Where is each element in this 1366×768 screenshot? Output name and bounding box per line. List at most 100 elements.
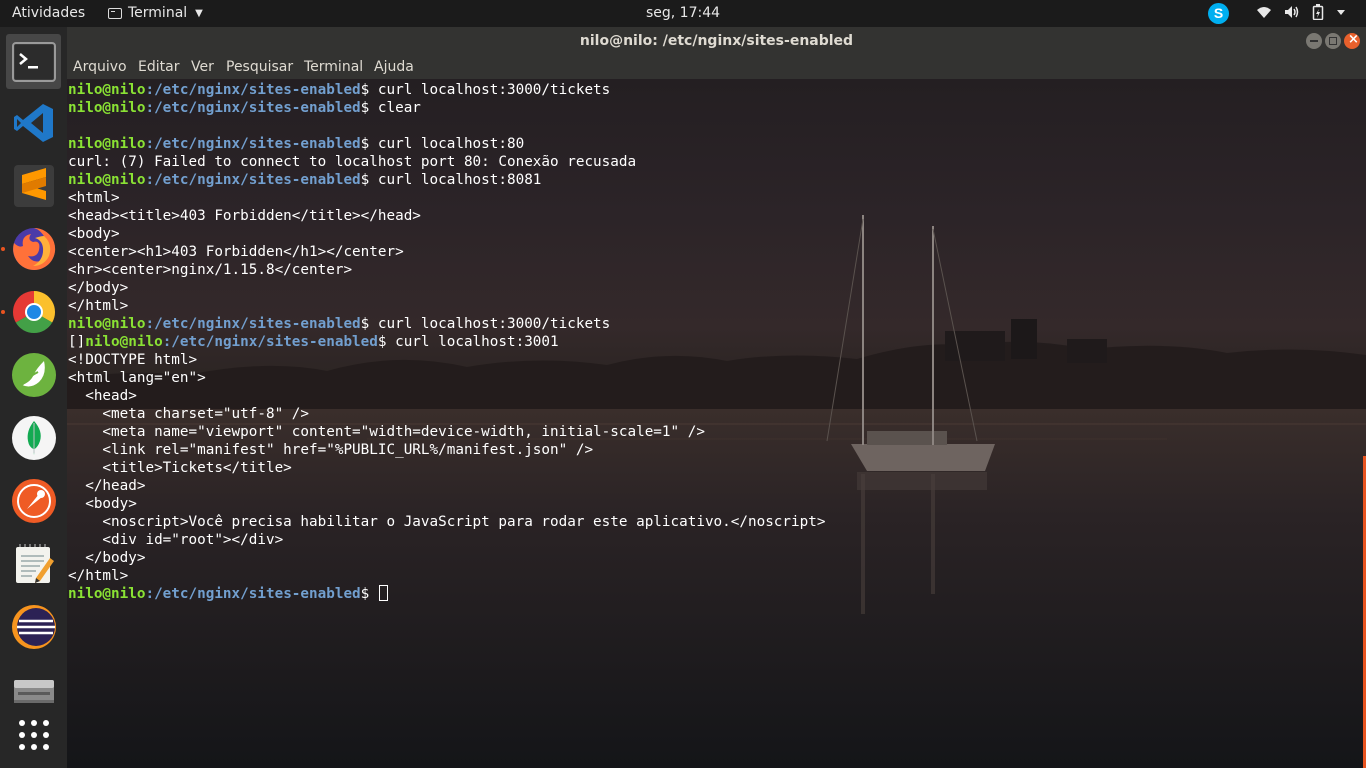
top-bar: Atividades Terminal ▼ seg, 17:44 S bbox=[0, 0, 1366, 27]
close-button[interactable] bbox=[1344, 32, 1360, 49]
prompt-path: :/etc/nginx/sites-enabled bbox=[145, 136, 361, 152]
vscode-icon bbox=[13, 103, 53, 142]
output-line: <hr><center>nginx/1.15.8</center> bbox=[68, 261, 825, 279]
output-line: <div id="root"></div> bbox=[68, 531, 825, 549]
wifi-icon bbox=[1257, 7, 1271, 18]
command-text: clear bbox=[369, 100, 421, 116]
dock-mongodb-compass[interactable] bbox=[6, 410, 61, 465]
prompt-path: :/etc/nginx/sites-enabled bbox=[145, 100, 361, 116]
prompt-line: nilo@nilo:/etc/nginx/sites-enabled$ curl… bbox=[68, 315, 825, 333]
output-line: <body> bbox=[68, 495, 825, 513]
output-line: <html lang="en"> bbox=[68, 369, 825, 387]
chevron-down-icon: ▼ bbox=[195, 7, 203, 19]
prompt-user: nilo@nilo bbox=[68, 100, 146, 116]
output-text: <head> bbox=[68, 388, 137, 404]
dock-show-applications[interactable] bbox=[6, 707, 61, 762]
firefox-icon bbox=[12, 227, 55, 270]
output-text: <body> bbox=[68, 226, 120, 242]
output-line: <head><title>403 Forbidden</title></head… bbox=[68, 207, 825, 225]
prompt-prefix: [] bbox=[68, 334, 86, 350]
prompt-line: nilo@nilo:/etc/nginx/sites-enabled$ clea… bbox=[68, 99, 825, 117]
prompt-line: nilo@nilo:/etc/nginx/sites-enabled$ curl… bbox=[68, 81, 825, 99]
output-text: <html lang="en"> bbox=[68, 370, 206, 386]
output-line: <link rel="manifest" href="%PUBLIC_URL%/… bbox=[68, 441, 825, 459]
prompt-symbol: $ bbox=[360, 82, 370, 98]
command-text: curl localhost:3000/tickets bbox=[369, 82, 611, 98]
prompt-symbol: $ bbox=[360, 172, 370, 188]
output-text: <noscript>Você precisa habilitar o JavaS… bbox=[68, 514, 826, 530]
output-text: </html> bbox=[68, 298, 129, 314]
minimize-button[interactable] bbox=[1306, 33, 1322, 49]
output-text: <link rel="manifest" href="%PUBLIC_URL%/… bbox=[68, 442, 594, 458]
terminal-app-icon bbox=[108, 7, 122, 19]
system-tray[interactable] bbox=[1256, 4, 1346, 20]
prompt-line: nilo@nilo:/etc/nginx/sites-enabled$ curl… bbox=[68, 171, 825, 189]
text-editor-icon bbox=[15, 543, 54, 583]
menu-arquivo[interactable]: Arquivo bbox=[73, 59, 127, 75]
running-indicator bbox=[1, 310, 5, 314]
terminal-area[interactable]: nilo@nilo:/etc/nginx/sites-enabled$ curl… bbox=[67, 79, 1366, 768]
dock-sublime-text[interactable] bbox=[6, 158, 61, 213]
prompt-user: nilo@nilo bbox=[68, 172, 146, 188]
app-menu-label: Terminal bbox=[128, 5, 188, 21]
output-text: </body> bbox=[68, 550, 146, 566]
output-text: </html> bbox=[68, 568, 129, 584]
output-line: <noscript>Você precisa habilitar o JavaS… bbox=[68, 513, 825, 531]
dock-eclipse[interactable] bbox=[6, 599, 61, 654]
output-text: <title>Tickets</title> bbox=[68, 460, 292, 476]
prompt-line: []nilo@nilo:/etc/nginx/sites-enabled$ cu… bbox=[68, 333, 825, 351]
dock-firefox[interactable] bbox=[6, 221, 61, 276]
command-text: curl localhost:3001 bbox=[386, 334, 559, 350]
dock-spring-tool-suite[interactable] bbox=[6, 347, 61, 402]
terminal-window: nilo@nilo: /etc/nginx/sites-enabled Arqu… bbox=[67, 27, 1366, 768]
maximize-button[interactable] bbox=[1325, 33, 1341, 49]
output-line: </html> bbox=[68, 297, 825, 315]
output-line: <meta name="viewport" content="width=dev… bbox=[68, 423, 825, 441]
chevron-down-icon bbox=[1337, 10, 1345, 15]
output-text: <head><title>403 Forbidden</title></head… bbox=[68, 208, 421, 224]
prompt-symbol: $ bbox=[360, 136, 370, 152]
menu-terminal[interactable]: Terminal bbox=[304, 59, 363, 75]
volume-icon bbox=[1285, 6, 1299, 18]
terminal-output: nilo@nilo:/etc/nginx/sites-enabled$ curl… bbox=[68, 81, 825, 603]
terminal-icon bbox=[11, 41, 56, 82]
clock[interactable]: seg, 17:44 bbox=[646, 5, 720, 21]
command-text: curl localhost:3000/tickets bbox=[369, 316, 611, 332]
output-text: <body> bbox=[68, 496, 137, 512]
dock-chrome[interactable] bbox=[6, 284, 61, 339]
prompt-path: :/etc/nginx/sites-enabled bbox=[162, 334, 378, 350]
eclipse-icon bbox=[11, 604, 56, 649]
activities-button[interactable]: Atividades bbox=[12, 5, 85, 21]
menu-editar[interactable]: Editar bbox=[138, 59, 179, 75]
menu-ver[interactable]: Ver bbox=[191, 59, 214, 75]
text-cursor bbox=[378, 585, 388, 601]
mongodb-icon bbox=[11, 415, 56, 460]
dock-terminal[interactable] bbox=[6, 34, 61, 89]
output-text: <hr><center>nginx/1.15.8</center> bbox=[68, 262, 353, 278]
dock bbox=[0, 27, 67, 768]
output-text: <html> bbox=[68, 190, 120, 206]
skype-tray-icon[interactable]: S bbox=[1208, 3, 1229, 24]
output-line: </html> bbox=[68, 567, 825, 585]
dock-vscode[interactable] bbox=[6, 95, 61, 150]
battery-icon bbox=[1312, 4, 1324, 20]
command-text bbox=[369, 586, 378, 602]
menu-bar: Arquivo Editar Ver Pesquisar Terminal Aj… bbox=[67, 55, 1366, 79]
menu-ajuda[interactable]: Ajuda bbox=[374, 59, 414, 75]
grid-icon bbox=[18, 719, 49, 750]
command-text: curl localhost:80 bbox=[369, 136, 525, 152]
app-menu[interactable]: Terminal ▼ bbox=[108, 5, 203, 21]
dock-text-editor[interactable] bbox=[6, 536, 61, 591]
prompt-user: nilo@nilo bbox=[68, 316, 146, 332]
title-bar[interactable]: nilo@nilo: /etc/nginx/sites-enabled bbox=[67, 27, 1366, 55]
prompt-symbol: $ bbox=[360, 586, 370, 602]
output-text: curl: (7) Failed to connect to localhost… bbox=[68, 154, 637, 170]
prompt-line: nilo@nilo:/etc/nginx/sites-enabled$ bbox=[68, 585, 825, 603]
prompt-user: nilo@nilo bbox=[85, 334, 163, 350]
menu-pesquisar[interactable]: Pesquisar bbox=[226, 59, 293, 75]
chrome-icon bbox=[12, 290, 55, 333]
dock-postman[interactable] bbox=[6, 473, 61, 528]
drive-icon bbox=[13, 679, 54, 703]
prompt-symbol: $ bbox=[360, 100, 370, 116]
